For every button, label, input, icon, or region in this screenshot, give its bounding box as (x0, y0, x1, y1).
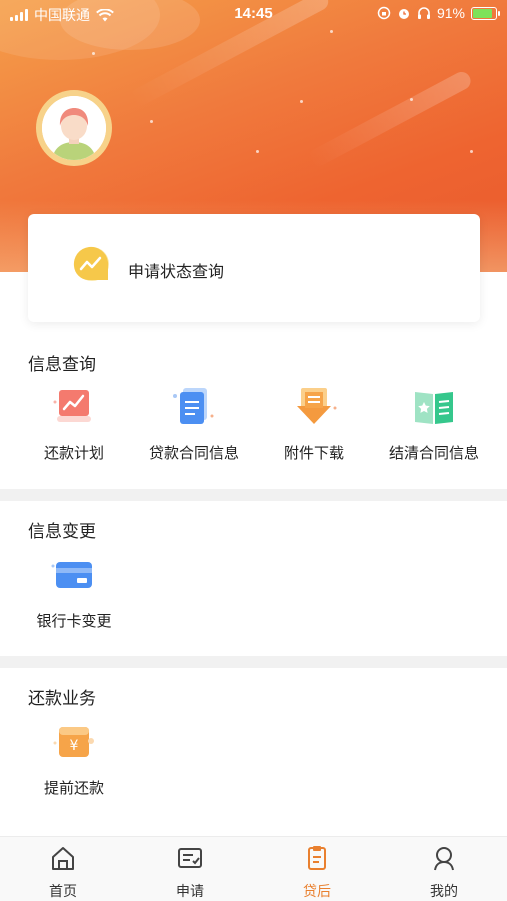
tab-label: 贷后 (303, 884, 331, 900)
tab-label: 我的 (430, 884, 458, 900)
status-query-label: 申请状态查询 (128, 262, 225, 281)
tab-label: 申请 (176, 884, 204, 900)
menu-item-attachment-download[interactable]: 附件下载 (254, 382, 374, 463)
loan-contract-icon (173, 388, 214, 424)
section-divider (0, 489, 507, 501)
apply-icon (178, 848, 202, 868)
section-title-info-query: 信息查询 (28, 355, 96, 375)
section-title-repayment-business: 还款业务 (28, 689, 96, 709)
menu-item-early-repayment[interactable]: ¥ 提前还款 (14, 717, 134, 798)
menu-item-settled-contract[interactable]: 结清合同信息 (374, 382, 494, 463)
battery-percent: 91% (436, 5, 465, 21)
svg-text:¥: ¥ (70, 738, 79, 754)
status-bar: 中国联通 14:45 91% (0, 0, 507, 28)
menu-item-loan-contract[interactable]: 贷款合同信息 (134, 382, 254, 463)
tab-home[interactable]: 首页 (23, 843, 103, 901)
headphones-icon (417, 7, 430, 19)
alarm-icon (398, 9, 409, 19)
tab-post-loan[interactable]: 贷后 (277, 843, 357, 901)
menu-item-bank-card-change[interactable]: 银行卡变更 (14, 550, 134, 631)
home-icon (52, 847, 74, 870)
tab-apply[interactable]: 申请 (150, 843, 230, 901)
menu-item-label: 提前还款 (43, 779, 104, 797)
avatar[interactable] (36, 90, 112, 166)
menu-item-label: 附件下载 (283, 444, 344, 462)
status-query-icon (73, 246, 109, 281)
menu-item-label: 还款计划 (43, 444, 104, 462)
lock-rotation-icon (377, 6, 391, 20)
menu-item-repayment-plan[interactable]: 还款计划 (14, 382, 134, 463)
early-repayment-icon: ¥ (53, 727, 94, 757)
section-divider (0, 656, 507, 668)
tab-label: 首页 (49, 884, 77, 900)
section-title-info-change: 信息变更 (28, 522, 96, 542)
tab-mine[interactable]: 我的 (404, 843, 484, 901)
battery-icon (471, 6, 500, 20)
bottom-tab-bar: 首页 申请 贷后 我的 (0, 836, 507, 901)
application-status-card[interactable]: 申请状态查询 (28, 214, 480, 322)
menu-item-label: 银行卡变更 (36, 612, 112, 630)
repayment-plan-icon (53, 390, 91, 422)
clipboard-icon (308, 846, 326, 870)
attachment-download-icon (297, 388, 337, 424)
bank-card-icon (51, 562, 92, 588)
profile-icon (434, 847, 454, 871)
user-avatar-icon (42, 96, 106, 160)
menu-item-label: 贷款合同信息 (148, 444, 239, 462)
settled-contract-icon (415, 392, 453, 424)
menu-item-label: 结清合同信息 (388, 444, 479, 462)
